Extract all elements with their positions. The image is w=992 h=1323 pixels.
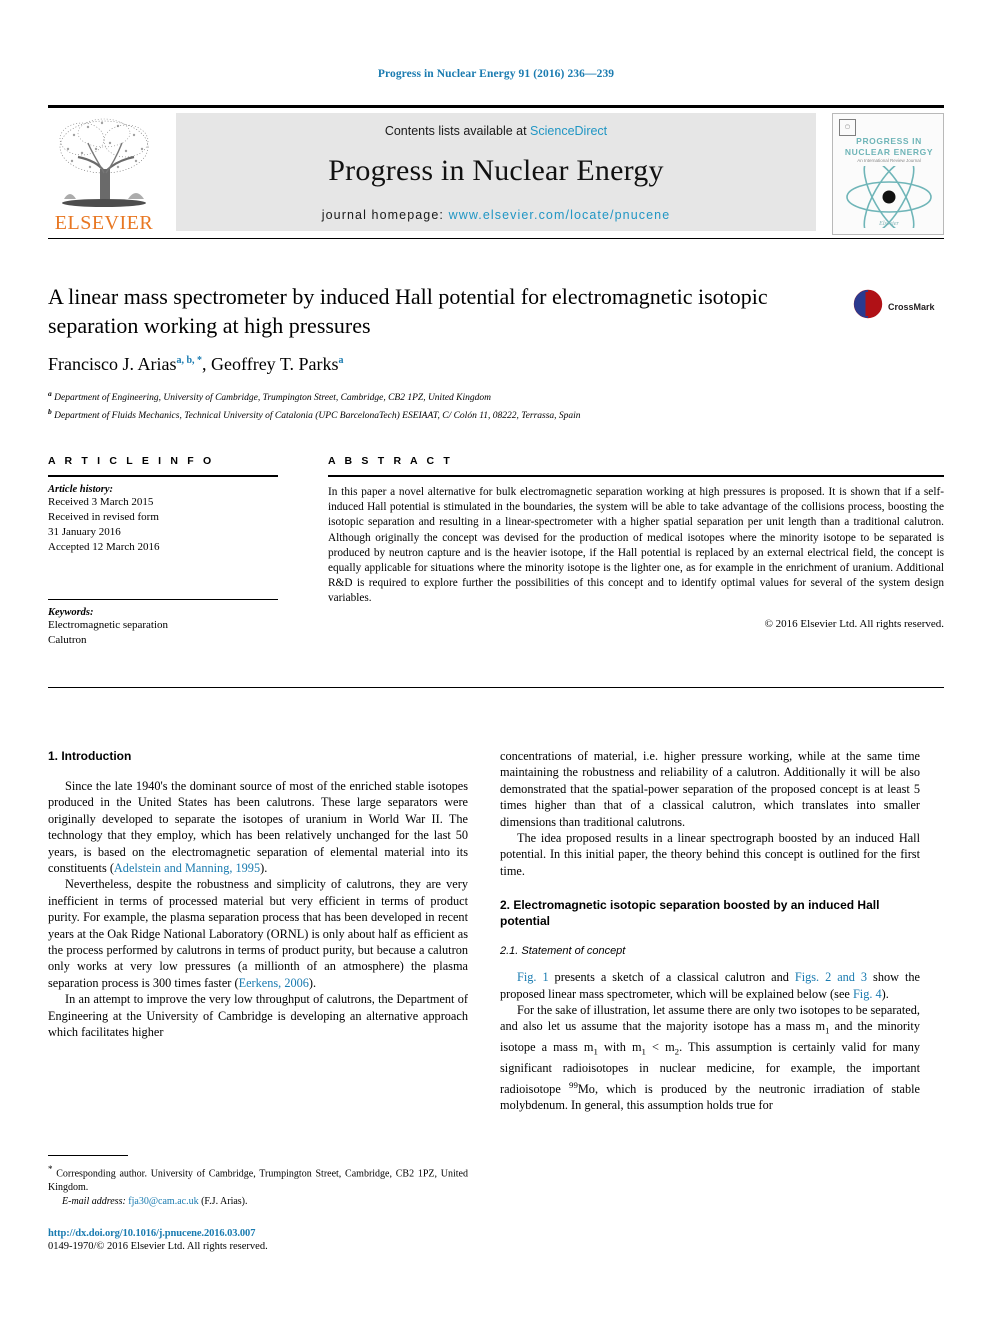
article-info-rule: [48, 475, 278, 477]
abstract-rule: [328, 475, 944, 477]
homepage-label: journal homepage:: [321, 208, 449, 222]
history-revised-label: Received in revised form: [48, 511, 159, 523]
crossmark-badge[interactable]: CrossMark: [852, 288, 940, 332]
abstract-heading: A B S T R A C T: [328, 455, 453, 467]
title-block: A linear mass spectrometer by induced Ha…: [48, 282, 838, 423]
email-note: E-mail address: fja30@cam.ac.uk (F.J. Ar…: [48, 1195, 468, 1209]
elsevier-logo: ELSEVIER: [48, 113, 160, 235]
figure-link-fig1[interactable]: Fig. 1: [517, 970, 549, 984]
section-heading-introduction: 1. Introduction: [48, 749, 132, 763]
paragraph-right-4: For the sake of illustration, let assume…: [500, 1002, 920, 1113]
page-title: A linear mass spectrometer by induced Ha…: [48, 284, 768, 338]
journal-title: Progress in Nuclear Energy: [328, 154, 664, 187]
author-2-affiliation-marks: a: [338, 355, 344, 366]
article-info-column: A R T I C L E I N F O Article history: R…: [48, 455, 278, 648]
intro-2-text-b: ).: [308, 975, 317, 990]
right-3-text-c: ).: [881, 986, 889, 1001]
crossmark-icon[interactable]: [852, 288, 884, 320]
author-name-2[interactable]: Geoffrey T. Parks: [211, 354, 338, 374]
journal-masthead: ELSEVIER Contents lists available at Sci…: [48, 105, 944, 239]
footnote-block: * Corresponding author. University of Ca…: [48, 1155, 468, 1208]
figure-link-fig4[interactable]: Fig. 4: [853, 987, 882, 1001]
keywords-label: Keywords:: [48, 607, 94, 618]
article-info-heading: A R T I C L E I N F O: [48, 455, 215, 467]
running-head: Progress in Nuclear Energy 91 (2016) 236…: [377, 68, 615, 80]
author-name-1[interactable]: Francisco J. Arias: [48, 354, 176, 374]
paragraph-intro-1: Since the late 1940's the dominant sourc…: [48, 778, 468, 876]
keyword-item-2: Calutron: [48, 634, 87, 646]
paragraph-intro-3: In an attempt to improve the very low th…: [48, 992, 468, 1040]
masthead-bottom-rule: [48, 238, 944, 239]
paragraph-right-1: concentrations of material, i.e. higher …: [500, 749, 920, 829]
keyword-item-1: Electromagnetic separation: [48, 619, 169, 631]
cover-publisher-mark-icon: ▢: [839, 119, 856, 136]
email-label: E-mail address:: [62, 1195, 126, 1207]
cover-subtitle: An International Review Journal: [857, 158, 921, 163]
contents-prefix: Contents lists available at: [384, 124, 531, 138]
affiliation-item-a: a Department of Engineering, University …: [48, 387, 838, 405]
cover-title: PROGRESS IN NUCLEAR ENERGY: [844, 136, 934, 157]
cover-publisher-name: Elsevier: [833, 221, 943, 227]
keywords-rule: [48, 599, 278, 600]
journal-homepage-line: journal homepage: www.elsevier.com/locat…: [176, 208, 816, 222]
paper-page: Progress in Nuclear Energy 91 (2016) 236…: [0, 0, 992, 1323]
author-separator: ,: [202, 354, 212, 374]
masthead-top-rule: [48, 105, 944, 108]
citation-eerkens[interactable]: Eerkens, 2006: [239, 976, 309, 990]
affiliation-a-text: Department of Engineering, University of…: [54, 393, 492, 404]
history-accepted: Accepted 12 March 2016: [48, 541, 160, 553]
intro-1-text-b: ).: [260, 861, 268, 876]
article-history-label: Article history:: [48, 484, 114, 495]
contents-available-line: Contents lists available at ScienceDirec…: [176, 124, 816, 138]
journal-band: Contents lists available at ScienceDirec…: [176, 113, 816, 231]
crossmark-label: CrossMark: [888, 302, 935, 312]
citation-adelstein-manning[interactable]: Adelstein and Manning, 1995: [114, 861, 260, 875]
doi-link[interactable]: http://dx.doi.org/10.1016/j.pnucene.2016…: [48, 1228, 468, 1239]
footnote-rule: [48, 1155, 128, 1156]
paragraph-right-3: Fig. 1 presents a sketch of a classical …: [500, 969, 920, 1002]
corresponding-author-text: Corresponding author. University of Camb…: [48, 1168, 468, 1193]
author-list: Francisco J. Ariasa, b, *, Geoffrey T. P…: [48, 354, 838, 375]
elsevier-tree-icon: [59, 118, 149, 207]
history-revised-date: 31 January 2016: [48, 526, 121, 538]
history-received: Received 3 March 2015: [48, 496, 154, 508]
paragraph-right-2: The idea proposed results in a linear sp…: [500, 831, 920, 878]
journal-cover-thumbnail: ▢ PROGRESS IN NUCLEAR ENERGY An Internat…: [832, 113, 944, 235]
author-1-affiliation-marks: a, b, *: [176, 355, 203, 366]
elsevier-wordmark: ELSEVIER: [54, 212, 154, 234]
atom-icon: [846, 166, 932, 228]
figure-link-fig2-3[interactable]: Figs. 2 and 3: [795, 970, 867, 984]
right-4-text-d: < m: [645, 1040, 675, 1055]
intro-2-text-a: Nevertheless, despite the robustness and…: [48, 877, 468, 990]
abstract-copyright: © 2016 Elsevier Ltd. All rights reserved…: [764, 617, 944, 630]
cover-publisher-label: Elsevier: [879, 221, 899, 227]
email-link[interactable]: fja30@cam.ac.uk: [128, 1196, 198, 1207]
body-column-left: 1. Introduction Since the late 1940's th…: [48, 748, 468, 1041]
paragraph-intro-2: Nevertheless, despite the robustness and…: [48, 876, 468, 991]
affiliation-b-mark: b: [48, 407, 52, 417]
isotope-superscript-99: 99: [569, 1079, 578, 1090]
homepage-url-link[interactable]: www.elsevier.com/locate/pnucene: [449, 208, 671, 222]
right-3-text-a: presents a sketch of a classical calutro…: [548, 970, 795, 985]
info-abstract-bottom-rule: [48, 687, 944, 688]
affiliation-b-text: Department of Fluids Mechanics, Technica…: [54, 411, 581, 422]
email-suffix: (F.J. Arias).: [198, 1195, 248, 1207]
section-heading-electromagnetic-separation: 2. Electromagnetic isotopic separation b…: [500, 898, 880, 929]
issn-copyright-line: 0149-1970/© 2016 Elsevier Ltd. All right…: [48, 1241, 268, 1252]
corresponding-author-note: * Corresponding author. University of Ca…: [48, 1163, 468, 1195]
affiliation-item-b: b Department of Fluids Mechanics, Techni…: [48, 405, 838, 423]
affiliation-list: a Department of Engineering, University …: [48, 387, 838, 423]
sciencedirect-link[interactable]: ScienceDirect: [530, 124, 607, 138]
affiliation-a-mark: a: [48, 389, 52, 398]
abstract-column: A B S T R A C T In this paper a novel al…: [328, 455, 944, 630]
footer-block: http://dx.doi.org/10.1016/j.pnucene.2016…: [48, 1228, 468, 1252]
body-column-right: concentrations of material, i.e. higher …: [500, 748, 920, 1114]
subsection-heading-statement-of-concept: 2.1. Statement of concept: [500, 945, 626, 958]
right-4-text-c: with m: [597, 1040, 642, 1055]
abstract-text: In this paper a novel alternative for bu…: [328, 486, 944, 605]
